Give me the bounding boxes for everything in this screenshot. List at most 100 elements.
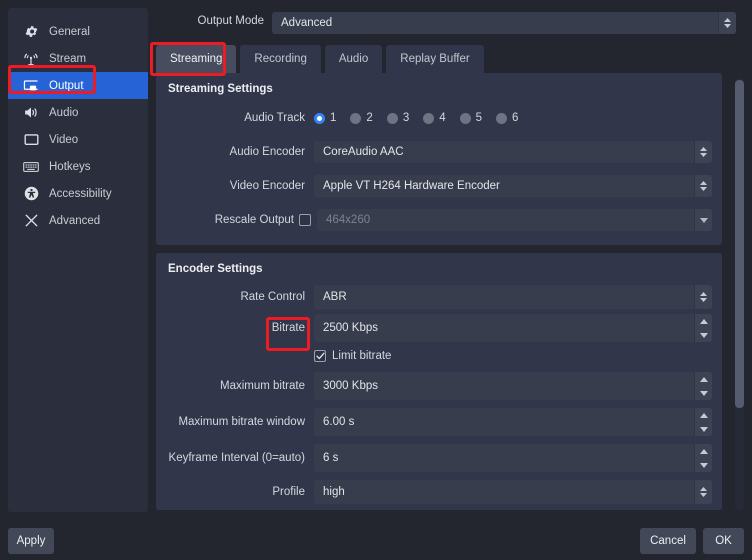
settings-sidebar: General Stream Output Audio Video Hotkey… [8, 8, 148, 512]
ok-button[interactable]: OK [703, 528, 744, 554]
encoder-settings-group: Encoder Settings Rate Control ABR Bitrat… [156, 253, 722, 510]
updown-spinner-icon[interactable] [694, 141, 712, 163]
radio-icon [459, 112, 471, 124]
accessibility-icon [22, 185, 40, 203]
updown-spinner-icon[interactable] [718, 12, 736, 34]
maximum-bitrate-window-spinbox[interactable]: 6.00 s [314, 408, 712, 436]
sidebar-item-general[interactable]: General [8, 18, 148, 45]
sidebar-item-hotkeys[interactable]: Hotkeys [8, 153, 148, 180]
audio-encoder-value: CoreAudio AAC [323, 146, 404, 158]
sidebar-item-label: Hotkeys [49, 160, 91, 173]
output-mode-value: Advanced [281, 17, 333, 29]
stepper-up-icon[interactable] [695, 314, 712, 328]
sidebar-item-stream[interactable]: Stream [8, 45, 148, 72]
sidebar-item-video[interactable]: Video [8, 126, 148, 153]
stepper-up-icon[interactable] [695, 444, 712, 458]
tab-streaming[interactable]: Streaming [156, 45, 237, 73]
audio-track-option-2[interactable]: 2 [350, 112, 373, 124]
rescale-output-checkbox[interactable] [299, 214, 311, 226]
profile-value: high [323, 486, 345, 498]
keyframe-interval-spinbox[interactable]: 6 s [314, 444, 712, 472]
radio-icon [314, 112, 325, 124]
audio-track-option-label: 3 [402, 112, 410, 124]
broadcast-icon [22, 50, 40, 68]
audio-track-row: Audio Track 1 2 3 4 5 6 [166, 105, 712, 131]
rate-control-select[interactable]: ABR [314, 285, 712, 309]
scrollbar-thumb[interactable] [735, 80, 744, 408]
audio-track-option-5[interactable]: 5 [459, 112, 483, 124]
limit-bitrate-checkbox[interactable]: Limit bitrate [314, 350, 712, 362]
audio-track-option-label: 5 [475, 112, 483, 124]
stepper-down-icon[interactable] [695, 458, 712, 472]
maximum-bitrate-stepper[interactable] [694, 372, 712, 400]
radio-icon [386, 112, 398, 124]
maximum-bitrate-spinbox[interactable]: 3000 Kbps [314, 372, 712, 400]
audio-encoder-label: Audio Encoder [229, 146, 305, 158]
sidebar-item-label: Output [49, 79, 84, 92]
streaming-settings-group: Streaming Settings Audio Track 1 2 3 4 5… [156, 73, 722, 245]
stepper-down-icon[interactable] [695, 328, 712, 342]
sidebar-item-output[interactable]: Output [8, 72, 148, 99]
updown-spinner-icon[interactable] [694, 175, 712, 197]
rescale-output-select[interactable]: 464x260 [317, 209, 712, 231]
audio-track-label: Audio Track [244, 112, 305, 124]
keyframe-interval-row: Keyframe Interval (0=auto) 6 s [166, 444, 712, 472]
output-tabs: Streaming Recording Audio Replay Buffer [156, 45, 484, 73]
streaming-settings-title: Streaming Settings [168, 83, 273, 95]
stepper-up-icon[interactable] [695, 408, 712, 422]
audio-track-option-label: 1 [330, 112, 337, 124]
gear-icon [22, 23, 40, 41]
stepper-down-icon[interactable] [695, 386, 712, 400]
sidebar-item-label: Audio [49, 106, 79, 119]
audio-track-option-4[interactable]: 4 [423, 112, 446, 124]
profile-label: Profile [272, 486, 305, 498]
cancel-button[interactable]: Cancel [640, 528, 696, 554]
keyframe-interval-stepper[interactable] [694, 444, 712, 472]
sidebar-item-advanced[interactable]: Advanced [8, 207, 148, 234]
sidebar-item-audio[interactable]: Audio [8, 99, 148, 126]
maximum-bitrate-window-value: 6.00 s [323, 416, 355, 428]
keyframe-interval-value: 6 s [323, 452, 339, 464]
bitrate-value: 2500 Kbps [323, 322, 378, 334]
chevron-down-icon[interactable] [694, 209, 712, 231]
tab-audio[interactable]: Audio [324, 45, 383, 73]
output-mode-select[interactable]: Advanced [272, 12, 736, 34]
audio-track-option-3[interactable]: 3 [386, 112, 410, 124]
sidebar-item-label: General [49, 25, 90, 38]
audio-track-radio-group: 1 2 3 4 5 6 [314, 112, 712, 124]
bitrate-stepper[interactable] [694, 314, 712, 342]
audio-track-option-label: 6 [512, 112, 519, 124]
updown-spinner-icon[interactable] [694, 480, 712, 504]
settings-window: General Stream Output Audio Video Hotkey… [0, 0, 752, 560]
checkbox-checked-icon [314, 350, 326, 362]
profile-select[interactable]: high [314, 480, 712, 504]
bitrate-spinbox[interactable]: 2500 Kbps [314, 314, 712, 342]
rate-control-row: Rate Control ABR [166, 285, 712, 309]
output-mode-label: Output Mode [197, 15, 264, 27]
encoder-settings-title: Encoder Settings [168, 263, 263, 275]
audio-track-option-label: 2 [366, 112, 373, 124]
stepper-down-icon[interactable] [695, 422, 712, 436]
audio-track-option-6[interactable]: 6 [496, 112, 518, 124]
updown-spinner-icon[interactable] [694, 285, 712, 309]
bitrate-label: Bitrate [271, 322, 305, 334]
tab-replay-buffer[interactable]: Replay Buffer [386, 45, 484, 73]
audio-track-option-1[interactable]: 1 [314, 112, 336, 124]
rescale-output-row: Rescale Output 464x260 [166, 207, 712, 233]
limit-bitrate-label: Limit bitrate [332, 350, 392, 362]
stepper-up-icon[interactable] [695, 372, 712, 386]
tab-recording[interactable]: Recording [240, 45, 321, 73]
video-encoder-select[interactable]: Apple VT H264 Hardware Encoder [314, 175, 712, 197]
sidebar-item-accessibility[interactable]: Accessibility [8, 180, 148, 207]
tools-icon [22, 212, 40, 230]
audio-encoder-select[interactable]: CoreAudio AAC [314, 141, 712, 163]
video-encoder-label: Video Encoder [229, 180, 305, 192]
output-mode-row: Output Mode Advanced [156, 12, 744, 34]
apply-button[interactable]: Apply [8, 528, 54, 554]
video-encoder-value: Apple VT H264 Hardware Encoder [323, 180, 500, 192]
sidebar-item-label: Video [49, 133, 79, 146]
video-encoder-row: Video Encoder Apple VT H264 Hardware Enc… [166, 173, 712, 199]
maximum-bitrate-window-stepper[interactable] [694, 408, 712, 436]
profile-row: Profile high [166, 480, 712, 504]
maximum-bitrate-window-label: Maximum bitrate window [178, 416, 305, 428]
